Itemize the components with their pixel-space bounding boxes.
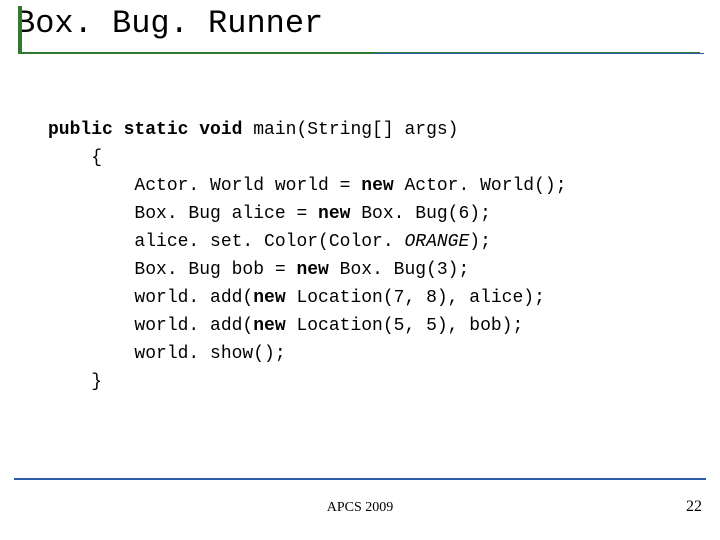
code-const-orange: ORANGE [404,232,469,252]
code-kw-new4: new [253,288,285,308]
code-l5a: world. add( [48,288,253,308]
footer-text: APCS 2009 [0,500,720,516]
code-l4c: Box. Bug(3); [329,260,469,280]
footer-divider [14,478,706,480]
page-number: 22 [686,498,702,516]
code-l4a: Box. Bug bob = [48,260,296,280]
code-l3a: alice. set. Color(Color. [48,232,404,252]
title-area: Box. Bug. Runner [10,6,690,60]
code-l1c: Actor. World(); [394,176,567,196]
code-l6a: world. add( [48,316,253,336]
code-kw-sig: public static void [48,120,242,140]
code-l2a: Box. Bug alice = [48,204,318,224]
code-close: } [48,372,102,392]
slide: Box. Bug. Runner public static void main… [0,0,720,540]
code-l7: world. show(); [48,344,286,364]
code-l3c: ); [469,232,491,252]
code-sig-post: main(String[] args) [242,120,458,140]
code-kw-new3: new [296,260,328,280]
code-kw-new5: new [253,316,285,336]
title-underline-blue [374,53,704,54]
code-l2c: Box. Bug(6); [350,204,490,224]
code-block: public static void main(String[] args) {… [48,116,567,396]
code-kw-new2: new [318,204,350,224]
title-accent-vertical [18,6,22,52]
code-kw-new1: new [361,176,393,196]
code-open: { [48,148,102,168]
code-l6c: Location(5, 5), bob); [286,316,524,336]
code-l5c: Location(7, 8), alice); [286,288,545,308]
code-l1a: Actor. World world = [48,176,361,196]
slide-title: Box. Bug. Runner [10,6,690,47]
